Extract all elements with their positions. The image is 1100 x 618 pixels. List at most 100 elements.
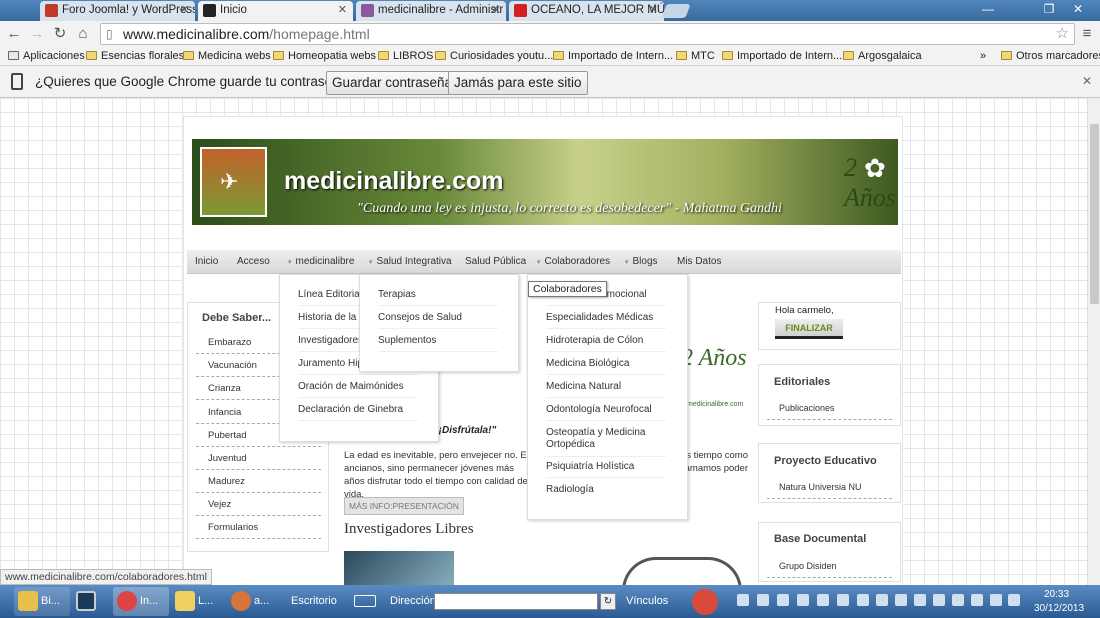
bookmark-importado-2[interactable]: Importado de Intern... [722,47,842,65]
nav-acceso[interactable]: Acceso [237,250,270,274]
menu-item[interactable]: Medicina Natural [546,381,666,398]
links-app-icon[interactable] [692,589,718,615]
menu-item[interactable]: Declaración de Ginebra [298,404,418,421]
nav-medicinalibre[interactable]: ▾ medicinalibre [288,250,354,275]
taskbar-app-explorer[interactable]: Bi... [14,587,70,616]
tray-icon[interactable] [933,594,945,606]
tray-icon[interactable] [971,594,983,606]
nav-salud-publica[interactable]: Salud Pública [465,250,526,274]
tray-icon[interactable] [952,594,964,606]
home-icon[interactable]: ⌂ [73,24,93,44]
taskbar-app-monitor[interactable] [72,587,110,616]
nav-salud-integrativa[interactable]: ▾ Salud Integrativa [369,250,452,275]
tray-icon[interactable] [876,594,888,606]
clock-time[interactable]: 20:33 [1044,589,1069,600]
nav-blogs[interactable]: ▾ Blogs [625,250,658,275]
tab-oceano[interactable]: OCEANO, LA MEJOR MÚS ✕ [509,1,664,21]
bookmark-argosgalaica[interactable]: Argosgalaica [843,47,922,65]
taskbar-app-chrome[interactable]: In... [113,587,169,616]
menu-item[interactable]: Radiología [546,484,666,500]
close-infobar-icon[interactable]: ✕ [1082,74,1092,88]
keyboard-icon[interactable] [354,595,376,607]
tray-icon[interactable] [895,594,907,606]
bookmark-mtc[interactable]: MTC [676,47,715,65]
tray-icon[interactable] [837,594,849,606]
tray-icon[interactable] [757,594,769,606]
bookmark-star-icon[interactable]: ☆ [1056,24,1069,44]
scrollbar-thumb[interactable] [1090,124,1099,304]
volume-icon[interactable] [1008,594,1020,606]
nav-inicio[interactable]: Inicio [195,250,218,274]
list-item[interactable]: Publicaciones [767,403,892,420]
minimize-button[interactable]: — [976,0,1000,18]
taskbar-app-hand[interactable]: a... [227,587,277,616]
menu-item[interactable]: Hidroterapia de Cólon [546,335,666,352]
bookmark-aplicaciones[interactable]: Aplicaciones [8,47,85,65]
reload-icon[interactable]: ↻ [50,24,70,44]
list-item[interactable]: Madurez [196,476,321,493]
list-item[interactable]: Juventud [196,453,321,470]
folder-icon [553,51,564,60]
save-password-button[interactable]: Guardar contraseña [326,71,459,95]
list-item[interactable]: Natura Universia NU [767,482,892,499]
tray-icon[interactable] [777,594,789,606]
escritorio-label[interactable]: Escritorio [291,595,337,607]
vertical-scrollbar[interactable] [1087,98,1100,585]
tab-foro-joomla[interactable]: Foro Joomla! y WordPress ✕ [40,1,195,21]
close-tab-icon[interactable]: ✕ [649,1,658,20]
address-bar[interactable]: ▯ www.medicinalibre.com/homepage.html ☆ [100,23,1075,45]
close-tab-icon[interactable]: ✕ [180,1,189,20]
menu-item[interactable]: Especialidades Médicas [546,312,666,329]
more-info-button[interactable]: MÁS INFO:PRESENTACIÓN [344,497,464,515]
close-window-button[interactable]: ✕ [1066,0,1090,18]
site-motto: "Cuando una ley es injusta, lo correcto … [357,201,782,216]
taskbar-app-mail[interactable]: L... [171,587,223,616]
bookmark-libros[interactable]: LIBROS [378,47,433,65]
list-item[interactable]: Grupo Disiden [767,561,892,578]
tray-icon[interactable] [857,594,869,606]
menu-item[interactable]: Suplementos [378,335,498,352]
bookmark-esencias-florales[interactable]: Esencias florales [86,47,184,65]
list-item[interactable]: Vejez [196,499,321,516]
close-tab-icon[interactable]: ✕ [491,1,500,20]
address-input[interactable] [434,593,598,610]
menu-icon[interactable]: ≡ [1077,24,1097,44]
tray-icon[interactable] [914,594,926,606]
menu-item[interactable]: Emocional [600,289,666,306]
tray-icon[interactable] [817,594,829,606]
bookmark-homeopatia-webs[interactable]: Homeopatia webs [273,47,376,65]
menu-item[interactable]: Psiquiatría Holística [546,461,666,478]
bookmark-otros-marcadores[interactable]: Otros marcadores [1001,47,1100,65]
tab-inicio[interactable]: Inicio ✕ [198,1,353,21]
new-tab-button[interactable] [661,4,691,18]
tray-icon[interactable] [797,594,809,606]
bookmark-medicina-webs[interactable]: Medicina webs [183,47,271,65]
more-bookmarks-chevron[interactable]: » [980,47,986,65]
shield-icon[interactable] [737,594,749,606]
menu-item[interactable]: Medicina Biológica [546,358,666,375]
menu-item[interactable]: Odontología Neurofocal [546,404,666,421]
maximize-button[interactable]: ❐ [1037,0,1061,18]
admin-favicon-icon [361,4,374,17]
bookmark-curiosidades[interactable]: Curiosidades youtu... [435,47,553,65]
tab-medicinalibre-admin[interactable]: medicinalibre - Administr ✕ [356,1,506,21]
close-tab-icon[interactable]: ✕ [338,1,347,20]
menu-item[interactable]: Consejos de Salud [378,312,498,329]
menu-item[interactable]: Terapias [378,289,498,306]
list-item[interactable]: Formularios [196,522,321,539]
bookmark-importado-1[interactable]: Importado de Intern... [553,47,673,65]
menu-item[interactable]: Oración de Maimónides [298,381,418,398]
site-name: medicinalibre.com [284,167,504,195]
logout-button[interactable]: FINALIZAR [775,319,843,339]
back-arrow-icon[interactable]: ← [4,24,24,44]
menu-item[interactable]: Osteopatía y Medicina Ortopédica [546,427,666,457]
forward-arrow-icon[interactable]: → [27,24,47,44]
never-save-button[interactable]: Jamás para este sitio [448,71,588,95]
go-icon[interactable]: ↻ [600,593,616,610]
clock-date[interactable]: 30/12/2013 [1034,603,1084,614]
folder-icon [1001,51,1012,60]
dropdown-arrow-icon: ▾ [369,259,373,266]
nav-colaboradores[interactable]: ▾ Colaboradores [537,250,610,275]
nav-mis-datos[interactable]: Mis Datos [677,250,721,274]
tray-icon[interactable] [990,594,1002,606]
